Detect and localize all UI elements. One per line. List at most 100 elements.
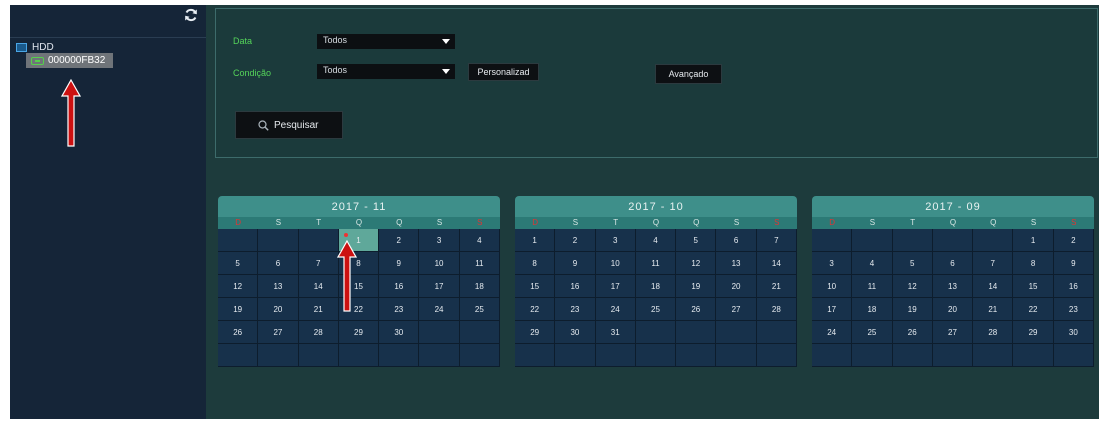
day-cell[interactable]: 16: [555, 275, 596, 298]
data-select[interactable]: Todos: [317, 34, 455, 49]
day-cell[interactable]: 11: [459, 252, 500, 275]
day-cell[interactable]: 16: [379, 275, 420, 298]
day-cell[interactable]: 19: [892, 298, 933, 321]
day-cell[interactable]: 2: [379, 229, 420, 252]
day-cell[interactable]: 21: [756, 275, 797, 298]
day-cell[interactable]: 24: [419, 298, 460, 321]
day-cell[interactable]: 13: [258, 275, 299, 298]
day-cell[interactable]: 25: [852, 321, 893, 344]
day-cell[interactable]: 2: [555, 229, 596, 252]
day-cell[interactable]: 13: [716, 252, 757, 275]
day-cell[interactable]: 11: [852, 275, 893, 298]
day-cell[interactable]: 26: [892, 321, 933, 344]
day-cell[interactable]: 24: [812, 321, 853, 344]
day-cell[interactable]: 24: [595, 298, 636, 321]
day-cell[interactable]: 19: [218, 298, 259, 321]
day-cell[interactable]: 2: [1053, 229, 1094, 252]
day-cell[interactable]: 30: [379, 321, 420, 344]
day-cell[interactable]: 9: [379, 252, 420, 275]
day-cell[interactable]: 14: [298, 275, 339, 298]
day-cell[interactable]: 10: [419, 252, 460, 275]
day-cell[interactable]: 23: [1053, 298, 1094, 321]
day-cell[interactable]: 17: [595, 275, 636, 298]
day-cell[interactable]: 23: [379, 298, 420, 321]
day-cell[interactable]: 20: [932, 298, 974, 321]
day-cell[interactable]: 29: [515, 321, 556, 344]
day-cell[interactable]: 27: [716, 298, 757, 321]
day-cell[interactable]: 11: [635, 252, 677, 275]
day-cell[interactable]: 27: [258, 321, 299, 344]
day-cell[interactable]: 15: [515, 275, 556, 298]
day-cell[interactable]: 16: [1053, 275, 1094, 298]
day-cell[interactable]: 3: [419, 229, 460, 252]
advanced-button[interactable]: Avançado: [655, 64, 722, 84]
day-cell[interactable]: 6: [716, 229, 757, 252]
day-cell[interactable]: 29: [338, 321, 380, 344]
day-cell[interactable]: 20: [258, 298, 299, 321]
day-cell[interactable]: 5: [676, 229, 717, 252]
day-cell[interactable]: 7: [756, 229, 797, 252]
day-cell[interactable]: 18: [852, 298, 893, 321]
day-cell[interactable]: 25: [459, 298, 500, 321]
day-cell[interactable]: 12: [892, 275, 933, 298]
day-cell[interactable]: 8: [515, 252, 556, 275]
day-cell[interactable]: 4: [852, 252, 893, 275]
day-cell[interactable]: 22: [1013, 298, 1054, 321]
personalized-button[interactable]: Personalizad: [468, 63, 539, 81]
day-cell[interactable]: 15: [1013, 275, 1054, 298]
day-cell[interactable]: 28: [756, 298, 797, 321]
day-cell[interactable]: 4: [635, 229, 677, 252]
day-cell[interactable]: 27: [932, 321, 974, 344]
tree-node-disk[interactable]: 000000FB32: [26, 53, 113, 68]
day-cell[interactable]: 3: [812, 252, 853, 275]
day-cell[interactable]: 25: [635, 298, 677, 321]
weekday-label: D: [235, 218, 242, 227]
day-cell[interactable]: 26: [676, 298, 717, 321]
day-cell[interactable]: 29: [1013, 321, 1054, 344]
empty-day-cell: [1013, 344, 1054, 367]
day-cell[interactable]: 1: [515, 229, 556, 252]
day-cell[interactable]: 1: [1013, 229, 1054, 252]
empty-day-cell: [218, 229, 259, 252]
day-cell[interactable]: 12: [676, 252, 717, 275]
day-cell[interactable]: 22: [515, 298, 556, 321]
day-cell[interactable]: 23: [555, 298, 596, 321]
day-cell[interactable]: 12: [218, 275, 259, 298]
day-cell[interactable]: 3: [595, 229, 636, 252]
day-cell[interactable]: 17: [419, 275, 460, 298]
day-cell[interactable]: 14: [973, 275, 1014, 298]
day-cell[interactable]: 28: [298, 321, 339, 344]
day-cell[interactable]: 9: [555, 252, 596, 275]
day-cell[interactable]: 31: [595, 321, 636, 344]
day-cell[interactable]: 5: [218, 252, 259, 275]
day-cell[interactable]: 20: [716, 275, 757, 298]
day-cell[interactable]: 9: [1053, 252, 1094, 275]
day-cell[interactable]: 10: [812, 275, 853, 298]
day-cell[interactable]: 17: [812, 298, 853, 321]
day-cell[interactable]: 30: [1053, 321, 1094, 344]
day-cell[interactable]: 5: [892, 252, 933, 275]
refresh-icon[interactable]: [184, 8, 198, 22]
day-cell[interactable]: 28: [973, 321, 1014, 344]
day-cell[interactable]: 10: [595, 252, 636, 275]
day-cell[interactable]: 7: [973, 252, 1014, 275]
day-cell[interactable]: 6: [258, 252, 299, 275]
weekday-label: S: [1071, 218, 1077, 227]
day-cell[interactable]: 14: [756, 252, 797, 275]
day-cell[interactable]: 18: [635, 275, 677, 298]
day-cell[interactable]: 26: [218, 321, 259, 344]
day-cell[interactable]: 8: [1013, 252, 1054, 275]
day-cell[interactable]: 13: [932, 275, 974, 298]
condition-select[interactable]: Todos: [317, 64, 455, 79]
day-cell[interactable]: 30: [555, 321, 596, 344]
search-button[interactable]: Pesquisar: [235, 111, 343, 139]
day-cell[interactable]: 18: [459, 275, 500, 298]
day-cell[interactable]: 21: [298, 298, 339, 321]
day-cell[interactable]: 7: [298, 252, 339, 275]
day-cell[interactable]: 6: [932, 252, 974, 275]
empty-day-cell: [973, 229, 1014, 252]
day-cell[interactable]: 4: [459, 229, 500, 252]
day-cell[interactable]: 19: [676, 275, 717, 298]
day-cell[interactable]: 21: [973, 298, 1014, 321]
empty-day-cell: [635, 344, 677, 367]
